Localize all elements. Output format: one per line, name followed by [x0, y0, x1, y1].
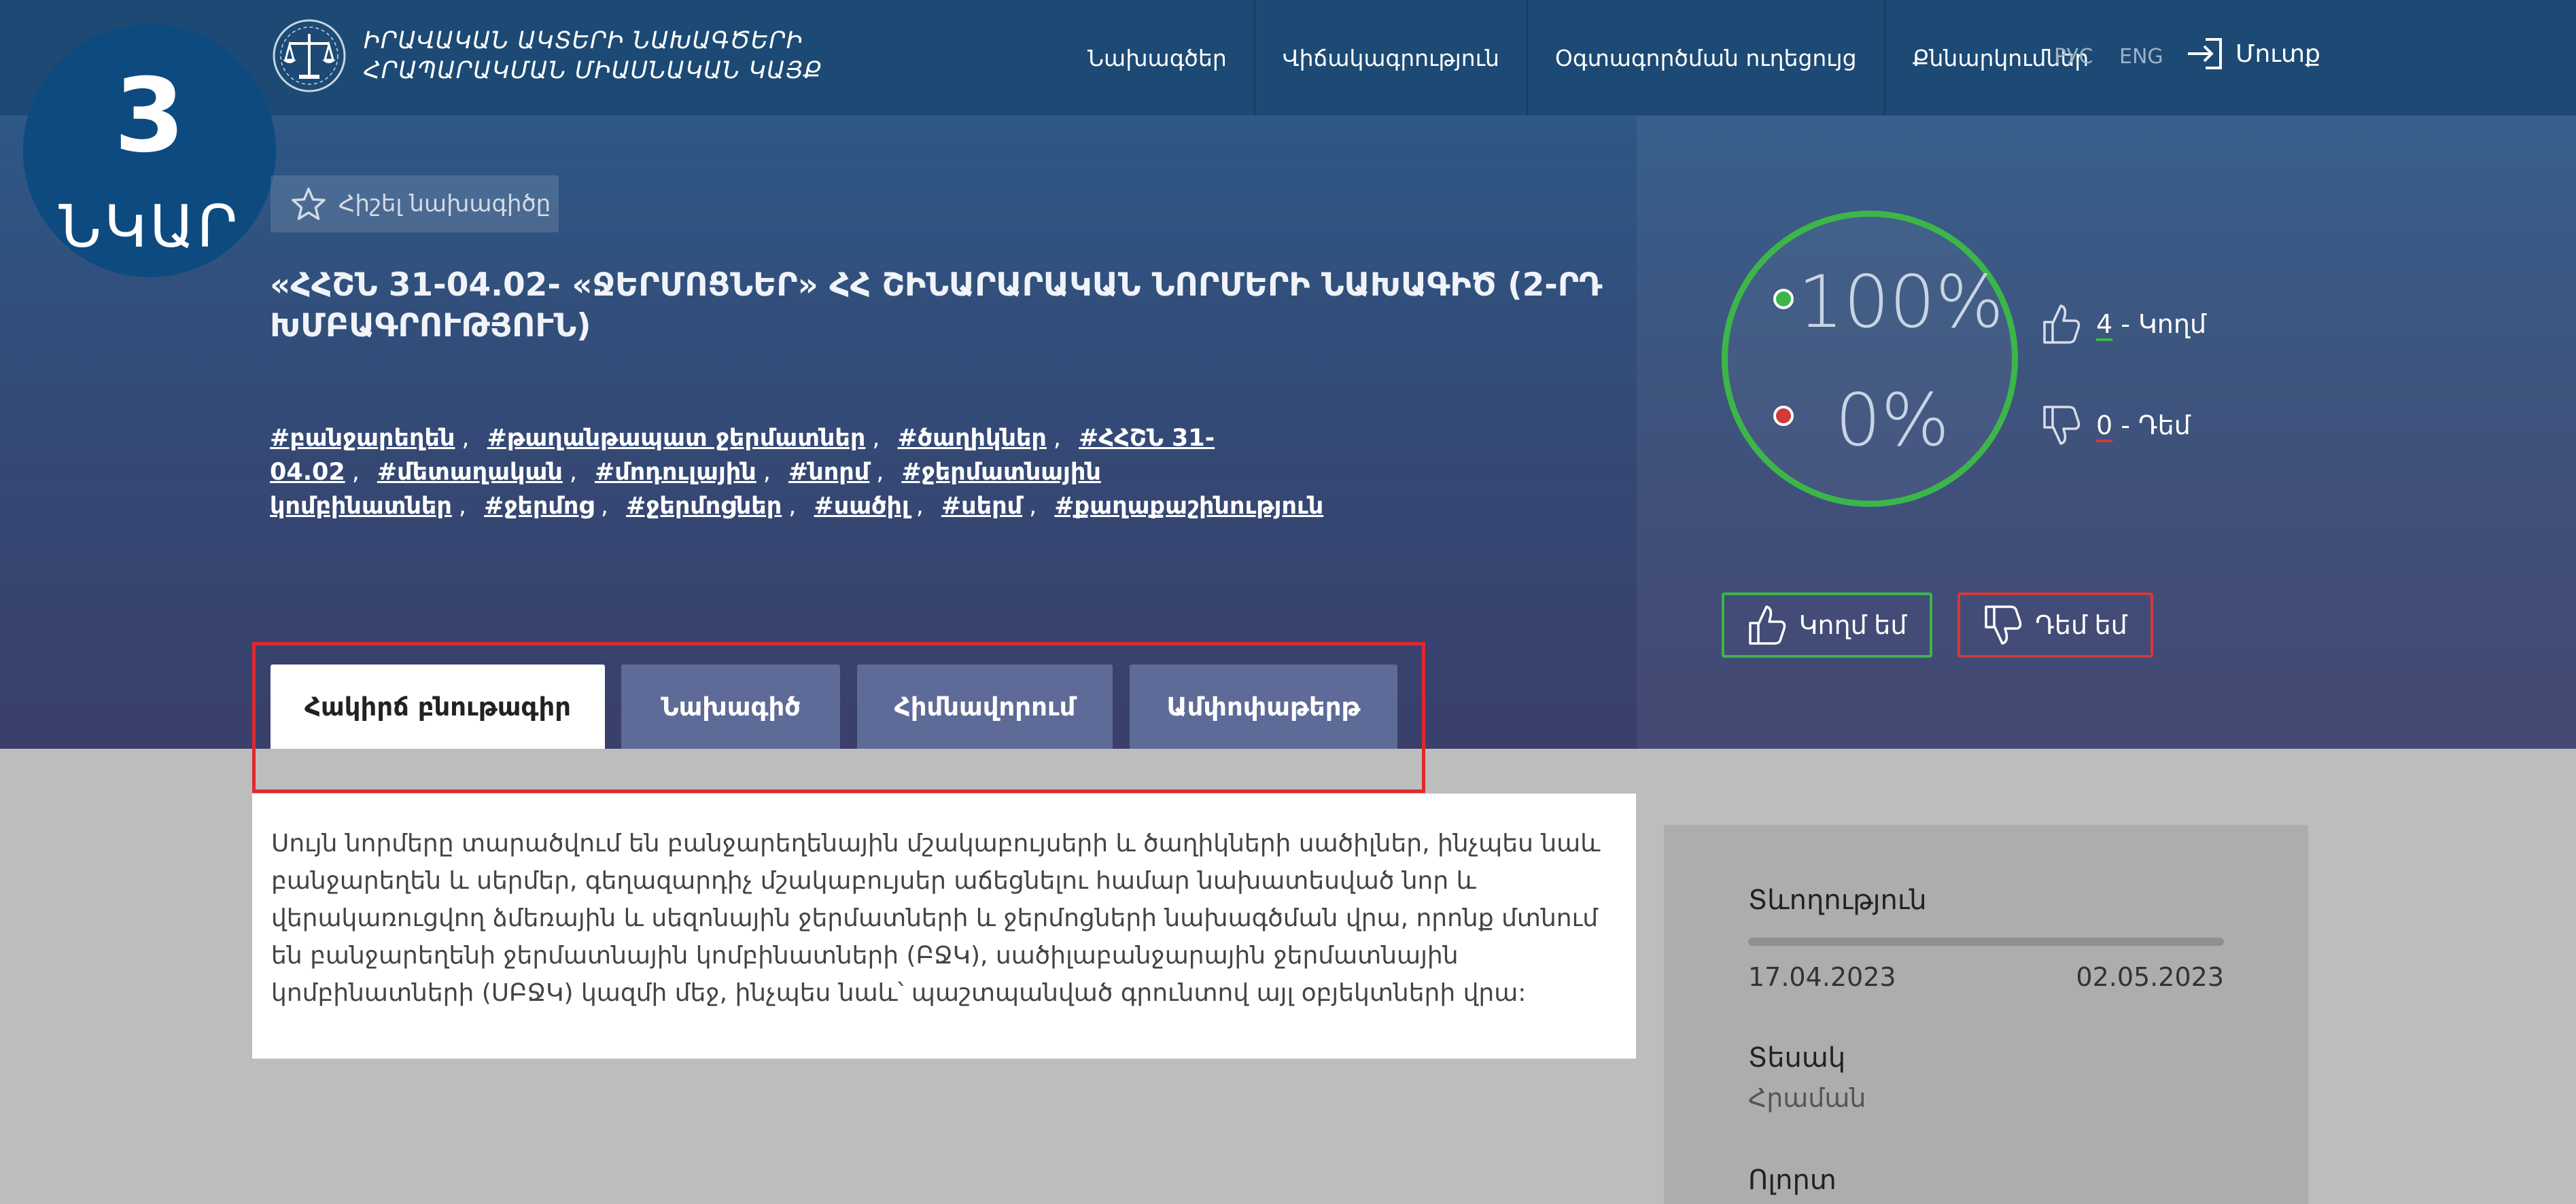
bookmark-label: Հիշել նախագիծը — [338, 190, 551, 217]
top-navbar: ԻՐԱՎԱԿԱՆ ԱԿՏԵՐԻ ՆԱԽԱԳԾԵՐԻ ՀՐԱՊԱՐԱԿՄԱՆ ՄԻ… — [0, 0, 2576, 116]
for-count-label: - Կողմ — [2121, 309, 2207, 339]
main-nav: Նախագծեր Վիճակագրություն Օգտագործման ուղ… — [1060, 0, 2116, 116]
project-info-sidebar: Տևողություն 17.04.2023 02.05.2023 Տեսակ … — [1664, 825, 2308, 1204]
tag-separator: , — [1053, 425, 1062, 452]
tag-link[interactable]: #սերմ — [941, 493, 1022, 520]
thumbs-down-icon — [1985, 605, 2022, 645]
login-icon — [2188, 38, 2222, 69]
against-indicator-dot — [1773, 406, 1794, 426]
vote-gauge — [1722, 211, 2018, 507]
area-label: Ոլորտ — [1748, 1165, 1837, 1196]
tag-link[interactable]: #մետաղական — [377, 459, 563, 486]
thumbs-up-icon — [1748, 605, 1786, 645]
tag-separator: , — [872, 425, 880, 452]
type-value: Հրաման — [1748, 1083, 1866, 1113]
type-label: Տեսակ — [1748, 1042, 1846, 1074]
for-count-stat: 4 - Կողմ — [2042, 303, 2206, 345]
site-logo-text[interactable]: ԻՐԱՎԱԿԱՆ ԱԿՏԵՐԻ ՆԱԽԱԳԾԵՐԻ ՀՐԱՊԱՐԱԿՄԱՆ ՄԻ… — [364, 26, 839, 86]
badge-number: 3 — [114, 57, 186, 175]
against-count: 0 — [2096, 410, 2113, 440]
for-indicator-dot — [1773, 289, 1794, 309]
duration-progress-bar — [1748, 938, 2224, 946]
lang-ru-link[interactable]: РУС — [2054, 45, 2093, 69]
vote-against-label: Դեմ եմ — [2035, 611, 2127, 640]
against-count-label: - Դեմ — [2121, 410, 2191, 440]
tag-separator: , — [600, 493, 608, 520]
tag-separator: , — [351, 459, 360, 486]
login-button[interactable]: Մուտք — [2185, 37, 2320, 71]
tag-separator: , — [788, 493, 797, 520]
tag-separator: , — [763, 459, 771, 486]
tab-justification[interactable]: Հիմնավորում — [857, 665, 1113, 749]
logo-line-1: ԻՐԱՎԱԿԱՆ ԱԿՏԵՐԻ ՆԱԽԱԳԾԵՐԻ — [364, 27, 803, 54]
against-count-stat: 0 - Դեմ — [2042, 404, 2191, 446]
tag-link[interactable]: #բանջարեղեն — [270, 425, 455, 452]
tag-link[interactable]: #ջերմոց — [484, 493, 594, 520]
tag-separator: , — [876, 459, 884, 486]
thumbs-down-icon — [2043, 406, 2081, 445]
start-date: 17.04.2023 — [1748, 962, 1896, 992]
star-icon — [292, 188, 326, 220]
for-percentage: 100% — [1798, 260, 2004, 344]
tag-separator: , — [458, 493, 467, 520]
badge-word: ՆԿԱՐ — [58, 193, 241, 261]
tag-link[interactable]: #ծաղիկներ — [897, 425, 1046, 452]
tab-summary-sheet[interactable]: Ամփոփաթերթ — [1130, 665, 1397, 749]
tag-link[interactable]: #ջերմոցներ — [626, 493, 782, 520]
nav-statistics[interactable]: Վիճակագրություն — [1255, 0, 1528, 116]
for-count: 4 — [2096, 309, 2113, 339]
tag-separator: , — [916, 493, 924, 520]
tag-link[interactable]: #մոդուլային — [595, 459, 756, 486]
duration-label: Տևողություն — [1748, 885, 1927, 916]
vote-against-button[interactable]: Դեմ եմ — [1957, 592, 2153, 658]
against-percentage: 0% — [1835, 378, 1950, 462]
tag-link[interactable]: #սածիլ — [814, 493, 909, 520]
lang-en-link[interactable]: ENG — [2119, 45, 2163, 69]
project-title: «ՀՀՇՆ 31-04.02- «ՋԵՐՄՈՑՆԵՐ» ՀՀ ՇԻՆԱՐԱՐԱԿ… — [270, 266, 1603, 344]
summary-paragraph: Սույն նորմերը տարածվում են բանջարեղենայի… — [271, 830, 1601, 1007]
end-date: 02.05.2023 — [2076, 962, 2224, 992]
thumbs-up-icon — [2043, 304, 2081, 344]
tag-link[interactable]: #քաղաքաշինություն — [1054, 493, 1323, 520]
summary-content-card: Սույն նորմերը տարածվում են բանջարեղենայի… — [252, 794, 1636, 1059]
tag-separator: , — [1029, 493, 1037, 520]
tag-separator: , — [569, 459, 577, 486]
tag-separator: , — [462, 425, 470, 452]
login-label: Մուտք — [2235, 39, 2320, 68]
vote-for-label: Կողմ եմ — [1798, 611, 1907, 640]
logo-line-2: ՀՐԱՊԱՐԱԿՄԱՆ ՄԻԱՍՆԱԿԱՆ ԿԱՅՔ — [364, 57, 822, 84]
tag-list: #բանջարեղեն, #թաղանթապատ ջերմատներ, #ծաղիկ… — [270, 421, 1643, 523]
nav-user-guide[interactable]: Օգտագործման ուղեցույց — [1528, 0, 1885, 116]
tag-link[interactable]: #թաղանթապատ ջերմատներ — [487, 425, 866, 452]
image-number-badge: 3 ՆԿԱՐ — [23, 24, 276, 277]
scales-emblem-icon — [273, 19, 346, 92]
tab-draft[interactable]: Նախագիծ — [621, 665, 840, 749]
tag-link[interactable]: #նորմ — [788, 459, 869, 486]
nav-projects[interactable]: Նախագծեր — [1060, 0, 1255, 116]
tab-summary[interactable]: Հակիրճ բնութագիր — [271, 665, 605, 749]
bookmark-project-button[interactable]: Հիշել նախագիծը — [271, 175, 559, 232]
vote-for-button[interactable]: Կողմ եմ — [1722, 592, 1932, 658]
